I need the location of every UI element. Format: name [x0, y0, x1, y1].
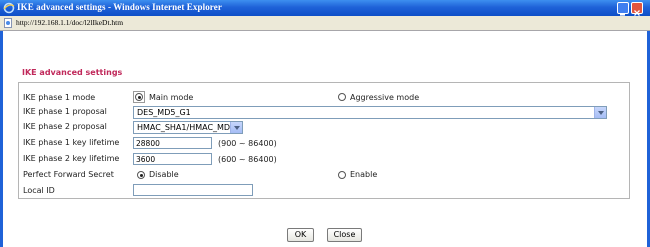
phase1-lifetime-label: IKE phase 1 key lifetime [23, 138, 120, 147]
phase1-lifetime-input[interactable] [133, 137, 212, 149]
phase2-proposal-select[interactable]: HMAC_SHA1/HMAC_MD5 [133, 121, 243, 134]
phase1-proposal-select[interactable]: DES_MD5_G1 [133, 106, 607, 119]
phase2-proposal-value: HMAC_SHA1/HMAC_MD5 [137, 123, 236, 132]
phase1-proposal-value: DES_MD5_G1 [137, 108, 191, 117]
ie-icon [3, 2, 15, 14]
pfs-label: Perfect Forward Secret [23, 170, 114, 179]
minimize-button[interactable] [617, 2, 629, 16]
radio-pfs-enable[interactable] [338, 171, 346, 179]
window-title: IKE advanced settings - Windows Internet… [17, 2, 222, 12]
aggressive-mode-label: Aggressive mode [350, 93, 420, 102]
address-bar[interactable]: http://192.168.1.1/doc/l2lIkeDt.htm [0, 16, 650, 31]
local-id-input[interactable] [133, 184, 253, 196]
page-title: IKE advanced settings [22, 68, 123, 77]
title-bar: IKE advanced settings - Windows Internet… [0, 0, 650, 16]
chevron-down-icon[interactable] [594, 107, 606, 118]
close-window-button[interactable] [631, 2, 643, 16]
phase1-lifetime-hint: (900 ~ 86400) [218, 139, 277, 148]
radio-main-mode[interactable] [135, 93, 143, 101]
local-id-label: Local ID [23, 186, 55, 195]
phase1-proposal-label: IKE phase 1 proposal [23, 107, 107, 116]
pfs-enable-label: Enable [350, 170, 378, 179]
phase1-mode-label: IKE phase 1 mode [23, 93, 96, 102]
ok-button[interactable]: OK [287, 228, 314, 242]
main-mode-label: Main mode [149, 93, 194, 102]
phase2-lifetime-hint: (600 ~ 86400) [218, 155, 277, 164]
pfs-disable-label: Disable [149, 170, 179, 179]
page-icon [4, 18, 12, 28]
phase2-lifetime-input[interactable] [133, 153, 212, 165]
address-url[interactable]: http://192.168.1.1/doc/l2lIkeDt.htm [16, 18, 123, 27]
phase2-proposal-label: IKE phase 2 proposal [23, 122, 107, 131]
chevron-down-icon[interactable] [230, 122, 242, 133]
close-button[interactable]: Close [327, 228, 362, 242]
phase2-lifetime-label: IKE phase 2 key lifetime [23, 154, 120, 163]
radio-aggressive-mode[interactable] [338, 93, 346, 101]
radio-pfs-disable[interactable] [137, 171, 145, 179]
